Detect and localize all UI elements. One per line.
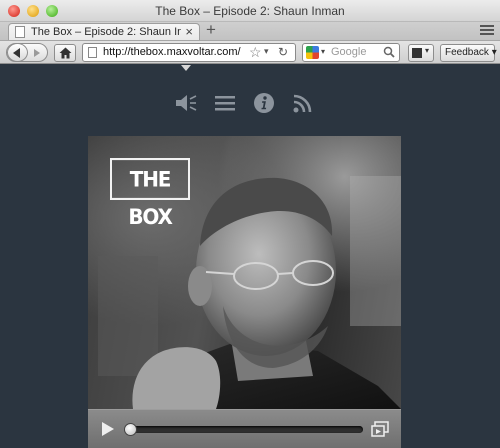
home-button[interactable] [54,44,76,62]
window-titlebar: The Box – Episode 2: Shaun Inman [0,0,500,22]
progress-track[interactable] [126,426,363,433]
url-text[interactable]: http://thebox.maxvoltar.com/ [103,46,241,58]
new-tab-button[interactable]: + [206,21,216,39]
popup-pointer [181,65,191,71]
page-content: THE BOX [0,65,500,448]
search-icon[interactable] [383,46,395,58]
home-icon [59,47,72,59]
feedback-button[interactable]: Feedback ▾ [440,44,497,62]
bookmark-star-icon[interactable]: ☆ [249,44,262,61]
tab-label: The Box – Episode 2: Shaun Inman [31,26,181,38]
fullscreen-icon[interactable] [371,421,389,437]
info-icon[interactable] [253,92,275,119]
url-history-dropdown-icon[interactable]: ▾ [264,46,269,57]
player-toolbar [0,92,500,114]
player-controls [88,409,401,448]
rss-icon[interactable] [292,92,314,119]
navigation-toolbar: http://thebox.maxvoltar.com/ ☆ ▾ ↻ ▾ Goo… [0,40,500,64]
progress-scrubber[interactable] [124,423,137,436]
page-icon [15,26,25,38]
window-title: The Box – Episode 2: Shaun Inman [155,4,345,18]
the-box-logo: THE BOX [110,158,190,229]
back-forward-group [6,43,48,62]
play-button[interactable] [102,422,114,436]
addon-toolbar-button[interactable] [408,44,434,62]
page-icon [88,47,97,58]
url-bar[interactable]: http://thebox.maxvoltar.com/ ☆ ▾ ↻ [82,43,296,62]
tab-strip: The Box – Episode 2: Shaun Inman × + [0,21,500,40]
tab-close-icon[interactable]: × [185,24,193,39]
tab-list-icon[interactable] [480,25,494,37]
search-bar[interactable]: ▾ Google [302,43,400,62]
google-icon[interactable] [306,46,319,59]
search-engine-dropdown-icon[interactable]: ▾ [321,47,325,56]
back-button[interactable] [7,43,28,62]
tab-active[interactable]: The Box – Episode 2: Shaun Inman × [8,23,200,40]
speaker-icon[interactable] [175,92,197,119]
search-input[interactable]: Google [331,46,366,58]
episode-photo: THE BOX [88,136,401,409]
video-player[interactable]: THE BOX [88,136,401,448]
menu-icon[interactable] [214,92,236,119]
reload-icon[interactable]: ↻ [278,45,288,59]
